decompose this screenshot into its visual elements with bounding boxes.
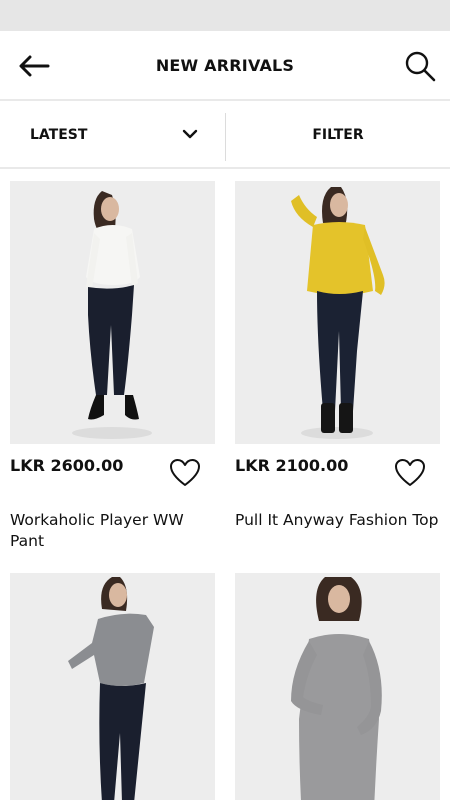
product-image[interactable]: [235, 573, 440, 800]
sort-filter-bar: LATEST FILTER: [0, 103, 450, 169]
product-image[interactable]: [235, 181, 440, 444]
product-image[interactable]: [10, 573, 215, 800]
heart-outline-icon: [170, 459, 200, 486]
wishlist-button[interactable]: [167, 456, 203, 490]
product-name[interactable]: Workaholic Player WW Pant: [10, 510, 215, 552]
product-price: LKR 2100.00: [235, 456, 349, 475]
chevron-down-icon: [182, 129, 198, 139]
page-title: NEW ARRIVALS: [155, 56, 295, 75]
sort-dropdown[interactable]: LATEST: [0, 103, 225, 167]
status-bar: [0, 0, 450, 31]
app-bar: NEW ARRIVALS: [0, 31, 450, 101]
search-icon: [405, 51, 436, 82]
heart-outline-icon: [395, 459, 425, 486]
filter-button[interactable]: FILTER: [226, 103, 450, 167]
product-name[interactable]: Pull It Anyway Fashion Top: [235, 510, 440, 531]
sort-label: LATEST: [30, 127, 88, 143]
search-button[interactable]: [400, 48, 440, 84]
product-price: LKR 2600.00: [10, 456, 124, 475]
product-image[interactable]: [10, 181, 215, 444]
wishlist-button[interactable]: [392, 456, 428, 490]
